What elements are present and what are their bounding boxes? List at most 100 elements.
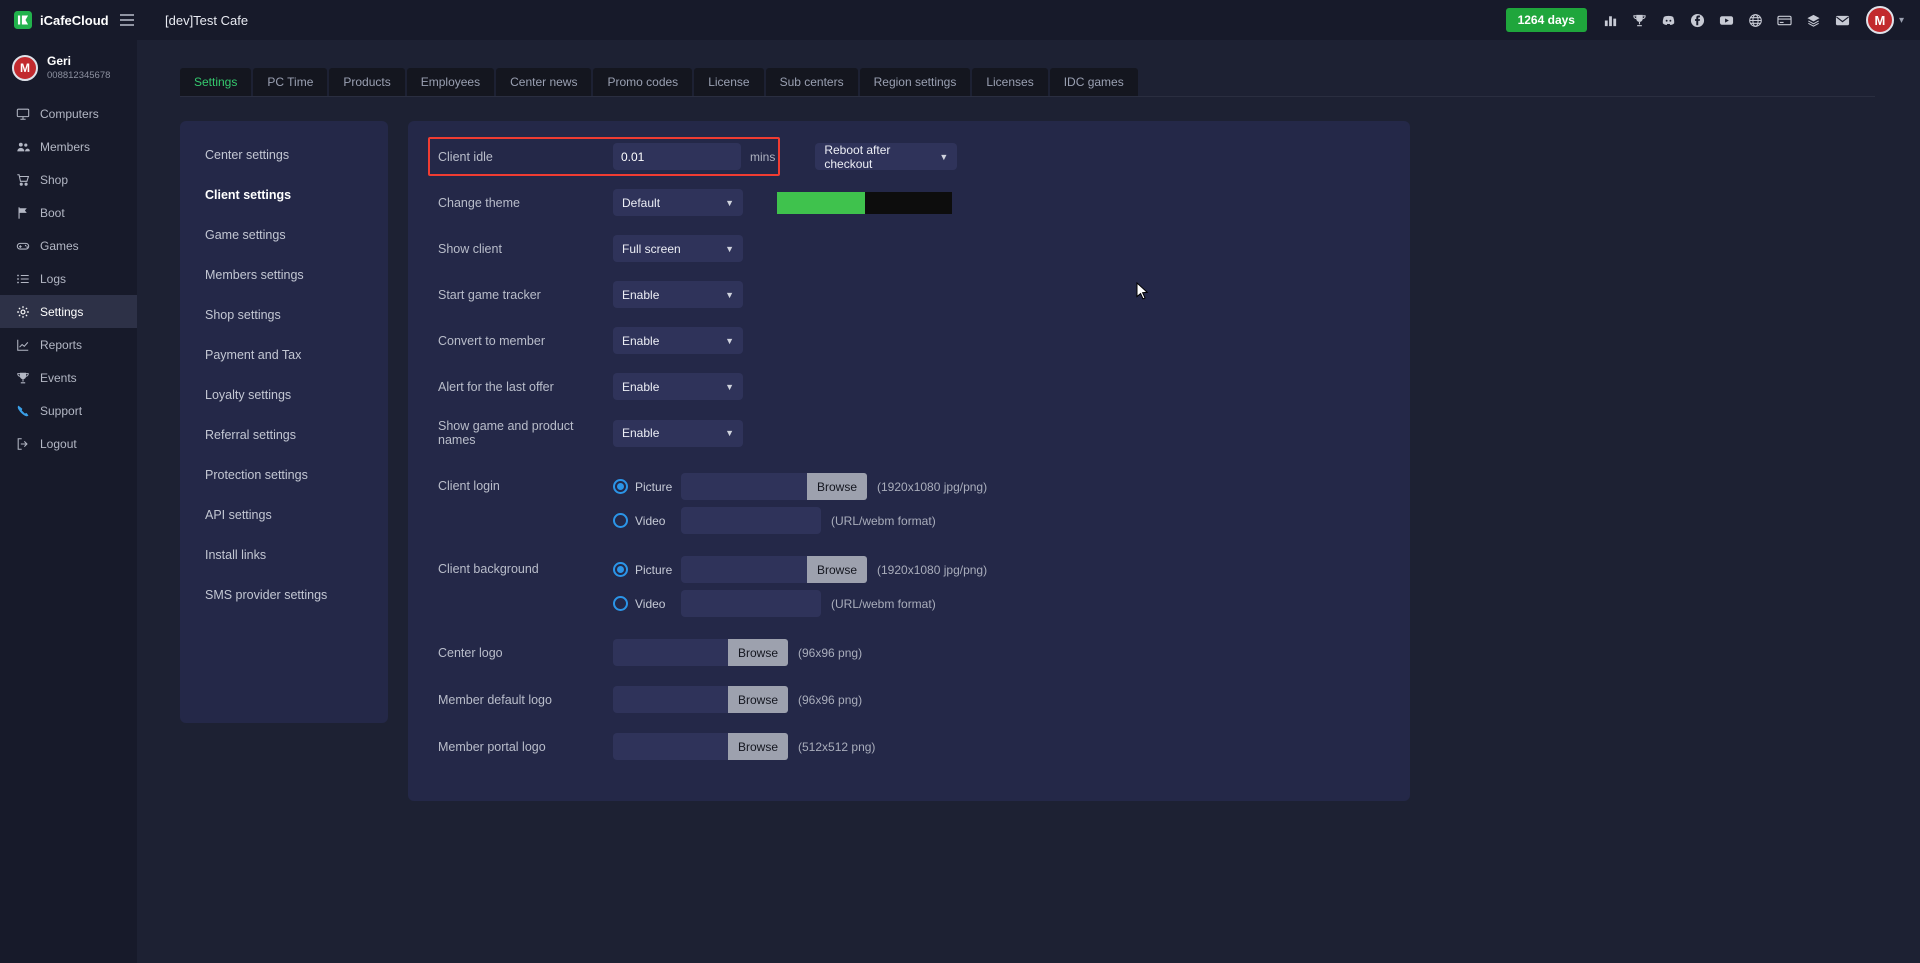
mail-icon[interactable] — [1835, 13, 1850, 28]
layers-icon[interactable] — [1806, 13, 1821, 28]
settings-nav-protection-settings[interactable]: Protection settings — [180, 455, 388, 495]
tab-promo-codes[interactable]: Promo codes — [593, 68, 692, 96]
start-game-tracker-select[interactable]: Enable ▼ — [613, 281, 743, 308]
center-logo-browse-button[interactable]: Browse — [728, 639, 788, 666]
sidebar-item-settings[interactable]: Settings — [0, 295, 137, 328]
client-login-picture-input[interactable] — [681, 473, 807, 500]
tab-employees[interactable]: Employees — [407, 68, 494, 96]
show-client-select[interactable]: Full screen ▼ — [613, 235, 743, 262]
sidebar-item-reports[interactable]: Reports — [0, 328, 137, 361]
change-theme-select[interactable]: Default ▼ — [613, 189, 743, 216]
alert-last-offer-row: Alert for the last offer Enable ▼ — [438, 373, 1380, 400]
selected-value: Enable — [622, 380, 659, 394]
tab-pc-time[interactable]: PC Time — [253, 68, 327, 96]
sidebar-item-label: Settings — [40, 305, 83, 319]
billing-icon[interactable] — [1777, 13, 1792, 28]
tab-sub-centers[interactable]: Sub centers — [766, 68, 858, 96]
user-card[interactable]: M Geri 008812345678 — [0, 40, 137, 97]
member-default-logo-input[interactable] — [613, 686, 728, 713]
sidebar-item-members[interactable]: Members — [0, 130, 137, 163]
client-idle-action-select[interactable]: Reboot after checkout ▼ — [815, 143, 957, 170]
tab-idc-games[interactable]: IDC games — [1050, 68, 1138, 96]
sidebar-item-label: Reports — [40, 338, 82, 352]
account-menu[interactable]: M ▾ — [1866, 6, 1904, 34]
center-logo-input[interactable] — [613, 639, 728, 666]
analytics-icon[interactable] — [1603, 13, 1618, 28]
logs-icon — [16, 272, 30, 286]
sidebar-item-support[interactable]: Support — [0, 394, 137, 427]
settings-nav-referral-settings[interactable]: Referral settings — [180, 415, 388, 455]
member-default-logo-browse-button[interactable]: Browse — [728, 686, 788, 713]
facebook-icon[interactable] — [1690, 13, 1705, 28]
sidebar-item-boot[interactable]: Boot — [0, 196, 137, 229]
page-title: [dev]Test Cafe — [165, 13, 248, 28]
show-game-product-names-select[interactable]: Enable ▼ — [613, 420, 743, 447]
settings-nav-install-links[interactable]: Install links — [180, 535, 388, 575]
tab-settings[interactable]: Settings — [180, 68, 251, 96]
settings-nav-client-settings[interactable]: Client settings — [180, 175, 388, 215]
tab-products[interactable]: Products — [329, 68, 404, 96]
start-game-tracker-row: Start game tracker Enable ▼ — [438, 281, 1380, 308]
tab-licenses[interactable]: Licenses — [972, 68, 1047, 96]
member-portal-logo-input[interactable] — [613, 733, 728, 760]
field-label: Convert to member — [438, 334, 613, 348]
client-background-video-radio[interactable] — [613, 596, 628, 611]
settings-nav-api-settings[interactable]: API settings — [180, 495, 388, 535]
alert-last-offer-select[interactable]: Enable ▼ — [613, 373, 743, 400]
sidebar-item-label: Events — [40, 371, 77, 385]
settings-nav-sms-provider-settings[interactable]: SMS provider settings — [180, 575, 388, 615]
member-portal-logo-browse-button[interactable]: Browse — [728, 733, 788, 760]
settings-nav-game-settings[interactable]: Game settings — [180, 215, 388, 255]
client-background-picture-input[interactable] — [681, 556, 807, 583]
topbar-icons — [1603, 13, 1850, 28]
settings-nav-payment-and-tax[interactable]: Payment and Tax — [180, 335, 388, 375]
user-id: 008812345678 — [47, 70, 110, 81]
settings-nav-shop-settings[interactable]: Shop settings — [180, 295, 388, 335]
sidebar-item-events[interactable]: Events — [0, 361, 137, 394]
license-days-badge[interactable]: 1264 days — [1506, 8, 1587, 32]
sidebar-item-shop[interactable]: Shop — [0, 163, 137, 196]
client-login-picture-radio[interactable] — [613, 479, 628, 494]
client-login-video-radio[interactable] — [613, 513, 628, 528]
topbar: iCafeCloud [dev]Test Cafe 1264 days M ▾ — [0, 0, 1920, 40]
client-background-picture-browse-button[interactable]: Browse — [807, 556, 867, 583]
chevron-down-icon: ▼ — [725, 244, 734, 254]
hamburger-menu-icon[interactable] — [119, 13, 135, 27]
tab-center-news[interactable]: Center news — [496, 68, 591, 96]
sidebar-item-label: Support — [40, 404, 82, 418]
convert-to-member-select[interactable]: Enable ▼ — [613, 327, 743, 354]
format-hint: (URL/webm format) — [831, 514, 936, 528]
sidebar-item-games[interactable]: Games — [0, 229, 137, 262]
discord-icon[interactable] — [1661, 13, 1676, 28]
settings-nav-center-settings[interactable]: Center settings — [180, 135, 388, 175]
tab-bar: SettingsPC TimeProductsEmployeesCenter n… — [180, 68, 1875, 97]
settings-nav-loyalty-settings[interactable]: Loyalty settings — [180, 375, 388, 415]
brand-area: iCafeCloud — [0, 11, 137, 29]
theme-green-swatch — [777, 192, 865, 214]
show-client-row: Show client Full screen ▼ — [438, 235, 1380, 262]
tournament-icon[interactable] — [1632, 13, 1647, 28]
theme-color-preview[interactable] — [777, 192, 952, 214]
client-background-row: Client background Picture Browse (1920x1… — [438, 556, 1380, 617]
sidebar-item-computers[interactable]: Computers — [0, 97, 137, 130]
theme-black-swatch — [865, 192, 953, 214]
sidebar-item-label: Members — [40, 140, 90, 154]
youtube-icon[interactable] — [1719, 13, 1734, 28]
client-login-video-input[interactable] — [681, 507, 821, 534]
sidebar-item-logout[interactable]: Logout — [0, 427, 137, 460]
client-login-picture-browse-button[interactable]: Browse — [807, 473, 867, 500]
sidebar-item-label: Shop — [40, 173, 68, 187]
tab-region-settings[interactable]: Region settings — [860, 68, 971, 96]
settings-nav-members-settings[interactable]: Members settings — [180, 255, 388, 295]
website-icon[interactable] — [1748, 13, 1763, 28]
sidebar-item-logs[interactable]: Logs — [0, 262, 137, 295]
client-background-picture-radio[interactable] — [613, 562, 628, 577]
sidebar-item-label: Games — [40, 239, 79, 253]
field-label: Client login — [438, 473, 613, 493]
client-idle-input[interactable] — [613, 143, 741, 170]
tab-license[interactable]: License — [694, 68, 763, 96]
radio-label: Video — [635, 597, 681, 611]
client-background-video-input[interactable] — [681, 590, 821, 617]
chevron-down-icon: ▼ — [725, 198, 734, 208]
settings-nav-card: Center settingsClient settingsGame setti… — [180, 121, 388, 723]
